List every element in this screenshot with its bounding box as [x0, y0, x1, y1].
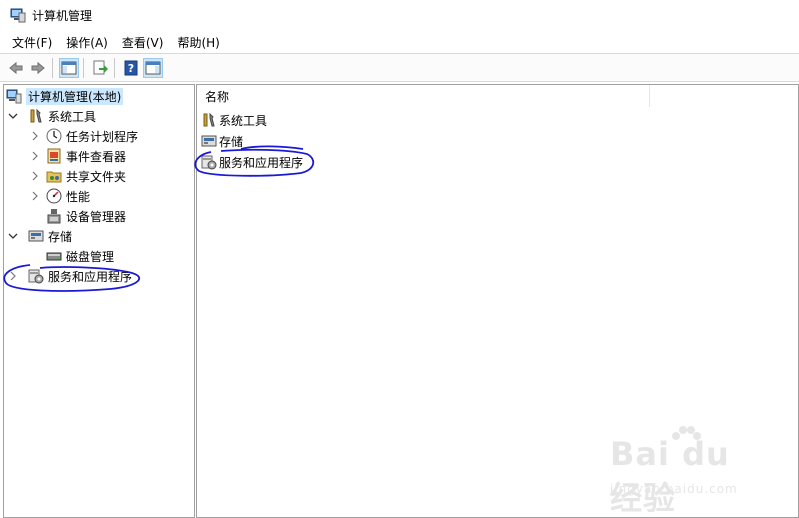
tree-item-computer-management[interactable]: 计算机管理(本地): [6, 87, 124, 105]
chevron-right-icon[interactable]: [30, 131, 40, 141]
chevron-down-icon[interactable]: [8, 111, 18, 121]
title-bar: 计算机管理: [0, 0, 799, 30]
tree-item-label: 事件查看器: [66, 149, 127, 164]
tree-item-system-tools[interactable]: 系统工具: [8, 107, 96, 125]
menu-action[interactable]: 操作(A): [60, 34, 114, 51]
toolbar: ?: [0, 53, 799, 82]
menu-bar: 文件(F) 操作(A) 查看(V) 帮助(H): [0, 31, 799, 53]
computer-management-window: 计算机管理 文件(F) 操作(A) 查看(V) 帮助(H) ? 计算机管理(本地…: [0, 0, 799, 518]
tree-item-event-viewer[interactable]: 事件查看器: [30, 147, 126, 165]
shared-folder-icon: [46, 171, 62, 183]
tree-item-label: 性能: [66, 189, 91, 204]
console-tree-pane: 计算机管理(本地) 系统工具 任务计划程序 事件查看器 共享文件夹 性能 设备管…: [3, 84, 195, 518]
list-item-storage[interactable]: 存储: [201, 132, 243, 150]
chevron-right-icon[interactable]: [30, 191, 40, 201]
list-item-label: 存储: [219, 134, 244, 149]
list-item-system-tools[interactable]: 系统工具: [201, 111, 267, 129]
storage-icon: [28, 230, 44, 242]
list-item-label: 系统工具: [219, 113, 268, 128]
tools-icon: [30, 108, 42, 123]
clock-icon: [46, 128, 62, 144]
tools-icon: [203, 112, 215, 127]
column-header-label: 名称: [205, 89, 230, 104]
help-icon: ?: [124, 60, 138, 75]
forward-arrow-icon: [31, 61, 45, 74]
menu-file[interactable]: 文件(F): [6, 34, 58, 51]
chevron-right-icon[interactable]: [30, 151, 40, 161]
tree-item-label: 系统工具: [48, 109, 97, 124]
chevron-down-icon[interactable]: [8, 231, 18, 241]
tree-item-task-scheduler[interactable]: 任务计划程序: [30, 127, 138, 145]
export-list-icon: [93, 60, 108, 74]
list-item-label: 服务和应用程序: [219, 155, 304, 170]
menu-view[interactable]: 查看(V): [116, 34, 170, 51]
tree-item-services-and-applications[interactable]: 服务和应用程序: [8, 267, 132, 285]
computer-management-icon: [10, 8, 26, 23]
show-hide-console-tree-button[interactable]: [59, 57, 79, 78]
forward-button[interactable]: [28, 58, 48, 78]
tree-item-device-manager[interactable]: 设备管理器: [46, 207, 126, 225]
tree-item-label: 服务和应用程序: [48, 269, 133, 284]
chevron-right-icon[interactable]: [8, 271, 18, 281]
computer-management-icon: [6, 89, 22, 104]
device-manager-icon: [47, 209, 61, 224]
back-button[interactable]: [6, 58, 26, 78]
disk-management-icon: [46, 252, 62, 261]
tree-item-label: 磁盘管理: [66, 249, 115, 264]
export-list-button[interactable]: [90, 58, 110, 78]
storage-icon: [201, 135, 217, 147]
action-pane-icon: [145, 61, 161, 74]
back-arrow-icon: [9, 61, 23, 74]
annotation-stroke: [240, 145, 304, 150]
toolbar-separator: [83, 57, 84, 78]
tree-item-label: 共享文件夹: [66, 169, 127, 184]
toolbar-separator: [114, 57, 115, 78]
event-viewer-icon: [47, 148, 61, 164]
list-item-services-and-applications[interactable]: 服务和应用程序: [201, 153, 303, 171]
tree-item-storage[interactable]: 存储: [8, 227, 72, 245]
services-icon: [201, 155, 217, 170]
details-pane: 名称 系统工具 存储 服务和应用程序: [194, 84, 799, 518]
services-icon: [28, 269, 44, 284]
tree-item-shared-folders[interactable]: 共享文件夹: [30, 167, 126, 185]
toolbar-separator: [52, 57, 53, 78]
tree-item-label: 计算机管理(本地): [26, 87, 124, 105]
help-button[interactable]: ?: [121, 58, 141, 78]
show-hide-action-pane-button[interactable]: [143, 57, 163, 78]
tree-item-label: 存储: [48, 229, 73, 244]
tree-item-performance[interactable]: 性能: [30, 187, 90, 205]
svg-text:?: ?: [128, 62, 134, 75]
column-header-name[interactable]: 名称: [197, 85, 650, 107]
tree-item-label: 设备管理器: [66, 209, 127, 224]
console-tree-icon: [61, 61, 77, 74]
tree-item-label: 任务计划程序: [66, 129, 139, 144]
chevron-right-icon[interactable]: [30, 171, 40, 181]
menu-help[interactable]: 帮助(H): [171, 34, 225, 51]
performance-gauge-icon: [46, 188, 62, 204]
window-title: 计算机管理: [32, 8, 93, 23]
tree-item-disk-management[interactable]: 磁盘管理: [46, 247, 114, 265]
